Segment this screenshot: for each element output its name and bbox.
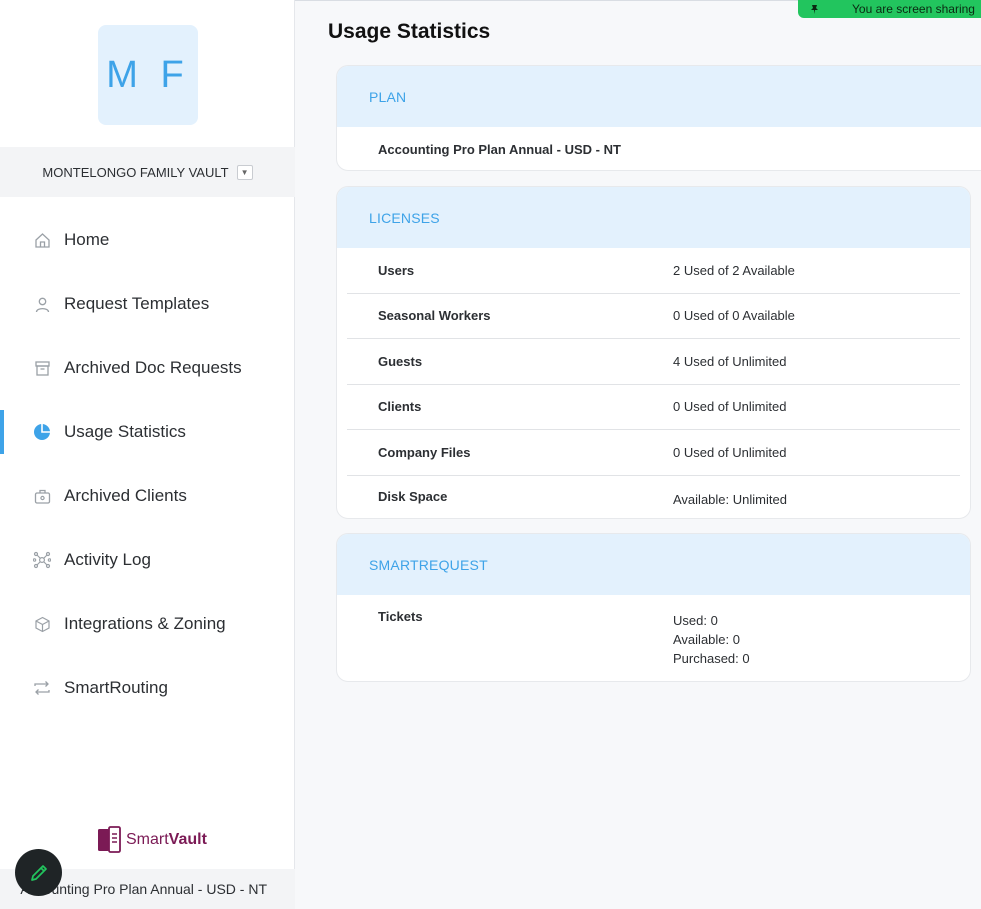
plan-header: PLAN [337, 66, 981, 127]
plan-card: PLAN Accounting Pro Plan Annual - USD - … [336, 65, 981, 171]
table-row: Clients 0 Used of Unlimited [347, 383, 960, 430]
license-value-company-files: 0 Used of Unlimited [673, 444, 787, 460]
screen-sharing-banner[interactable]: You are screen sharing [798, 0, 981, 18]
tickets-available: Available: 0 [673, 632, 740, 647]
licenses-header: LICENSES [337, 187, 970, 248]
plan-name: Accounting Pro Plan Annual - USD - NT [378, 141, 621, 157]
logo-text-vault: Vault [168, 830, 207, 848]
table-row: Company Files 0 Used of Unlimited [347, 429, 960, 475]
license-value-clients: 0 Used of Unlimited [673, 399, 787, 415]
active-indicator [0, 410, 4, 454]
sidebar-item-label: SmartRouting [64, 678, 168, 697]
pie-chart-icon [33, 423, 51, 441]
license-value-seasonal-workers: 0 Used of 0 Available [673, 308, 795, 324]
sidebar-item-archived-doc-requests[interactable]: Archived Doc Requests [0, 346, 295, 390]
tickets-used: Used: 0 [673, 613, 718, 628]
edit-fab-button[interactable] [15, 849, 62, 896]
sidebar-item-label: Archived Doc Requests [64, 358, 242, 377]
vault-selector[interactable]: MONTELONGO FAMILY VAULT ▼ [0, 147, 295, 197]
sidebar-item-label: Archived Clients [64, 486, 187, 505]
tickets-label: Tickets [378, 609, 423, 624]
sidebar-item-label: Request Templates [64, 294, 210, 313]
table-row: Seasonal Workers 0 Used of 0 Available [347, 292, 960, 339]
sidebar-item-label: Usage Statistics [64, 422, 186, 441]
license-value-guests: 4 Used of Unlimited [673, 353, 787, 369]
sidebar-item-request-templates[interactable]: Request Templates [0, 282, 295, 326]
license-label-clients: Clients [378, 399, 422, 415]
person-icon [33, 295, 51, 313]
cube-icon [33, 615, 51, 633]
license-label-users: Users [378, 262, 415, 278]
sidebar-item-smartrouting[interactable]: SmartRouting [0, 666, 295, 710]
license-label-guests: Guests [378, 353, 423, 369]
sidebar-item-archived-clients[interactable]: Archived Clients [0, 474, 295, 518]
briefcase-icon [33, 487, 51, 505]
table-row: Disk Space Available: Unlimited [347, 474, 960, 519]
sidebar-item-label: Home [64, 230, 110, 249]
pin-icon [810, 4, 820, 14]
screen-sharing-text: You are screen sharing [852, 2, 975, 16]
page-title: Usage Statistics [328, 20, 491, 43]
smartvault-logo-icon [98, 826, 121, 853]
table-row: Guests 4 Used of Unlimited [347, 338, 960, 384]
home-icon [33, 231, 51, 249]
smartvault-logo: SmartVault [97, 826, 207, 853]
logo-text-smart: Smart [126, 830, 169, 848]
license-value-users: 2 Used of 2 Available [673, 262, 795, 278]
tickets-values: Used: 0 Available: 0 Purchased: 0 [673, 611, 750, 668]
license-label-disk-space: Disk Space [378, 488, 448, 504]
smartrequest-card: SMARTREQUEST Tickets Used: 0 Available: … [336, 533, 971, 682]
vault-avatar[interactable]: M F [98, 25, 198, 125]
chevron-down-icon[interactable]: ▼ [236, 164, 253, 180]
sidebar: M F MONTELONGO FAMILY VAULT ▼ Home Reque… [0, 0, 295, 909]
pencil-icon [30, 864, 47, 881]
license-label-company-files: Company Files [378, 444, 471, 460]
license-label-seasonal-workers: Seasonal Workers [378, 308, 491, 324]
smartrequest-header: SMARTREQUEST [337, 534, 970, 595]
archive-box-icon [33, 359, 51, 377]
network-icon [33, 551, 51, 569]
sidebar-item-integrations-zoning[interactable]: Integrations & Zoning [0, 602, 295, 646]
vault-name: MONTELONGO FAMILY VAULT [42, 164, 229, 180]
tickets-purchased: Purchased: 0 [673, 651, 750, 666]
sidebar-item-activity-log[interactable]: Activity Log [0, 538, 295, 582]
sidebar-item-label: Activity Log [64, 550, 151, 569]
plan-row: Accounting Pro Plan Annual - USD - NT [347, 127, 981, 170]
licenses-card: LICENSES Users 2 Used of 2 Available Sea… [336, 186, 971, 519]
tickets-row: Tickets Used: 0 Available: 0 Purchased: … [347, 595, 960, 681]
sidebar-item-label: Integrations & Zoning [64, 614, 226, 633]
table-row: Users 2 Used of 2 Available [347, 248, 960, 293]
sidebar-item-home[interactable]: Home [0, 218, 295, 262]
license-value-disk-space: Available: Unlimited [673, 491, 787, 507]
sidebar-item-usage-statistics[interactable]: Usage Statistics [0, 410, 295, 454]
repeat-icon [33, 679, 51, 697]
